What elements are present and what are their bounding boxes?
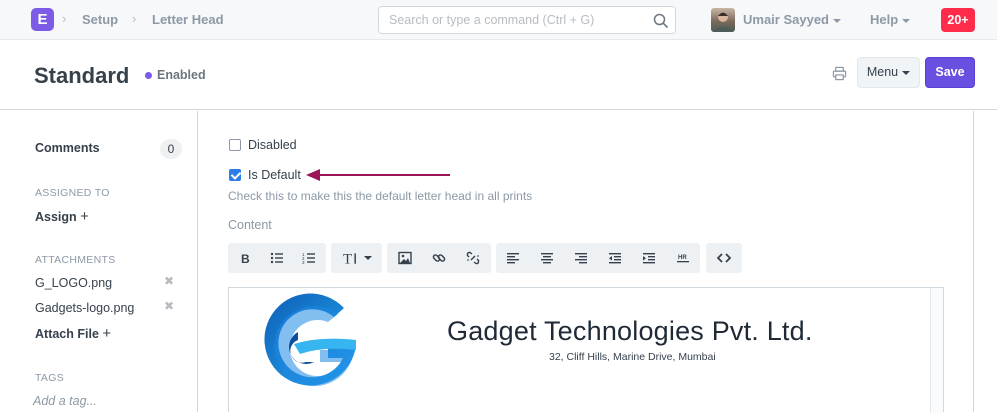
company-logo	[264, 293, 356, 387]
caret-down-icon	[902, 70, 911, 75]
is-default-label[interactable]: Is Default	[248, 168, 301, 182]
attachment-link[interactable]: Gadgets-logo.png	[35, 301, 134, 315]
editor-scrollbar[interactable]	[930, 288, 943, 413]
attach-file-button[interactable]: Attach File +	[35, 325, 111, 342]
disabled-label[interactable]: Disabled	[248, 138, 297, 152]
numbered-list-icon: 1 2 3	[302, 252, 315, 265]
print-icon[interactable]	[832, 66, 847, 81]
bold-button[interactable]: B	[228, 243, 262, 273]
search-input[interactable]	[379, 7, 639, 33]
horizontal-rule-icon: HR	[677, 255, 689, 263]
navbar: E › Setup › Letter Head Umair Sayyed Hel…	[0, 0, 997, 40]
unlink-icon	[466, 251, 480, 265]
bold-icon: B	[241, 252, 250, 265]
toolbar-group-code	[706, 243, 742, 273]
insert-link-button[interactable]	[422, 243, 456, 273]
search-box	[378, 6, 676, 34]
comments-label[interactable]: Comments	[35, 141, 100, 155]
assigned-to-heading: ASSIGNED TO	[35, 187, 110, 199]
app-logo[interactable]: E	[31, 8, 54, 31]
attach-file-label: Attach File	[35, 327, 99, 341]
plus-icon: +	[80, 208, 89, 225]
tags-heading: TAGS	[35, 372, 65, 384]
breadcrumb-setup[interactable]: Setup	[82, 12, 118, 27]
disabled-checkbox[interactable]	[229, 139, 241, 151]
search-icon[interactable]	[653, 13, 669, 29]
bullet-list-button[interactable]	[260, 243, 294, 273]
breadcrumb-letter-head[interactable]: Letter Head	[152, 12, 224, 27]
user-menu[interactable]: Umair Sayyed	[743, 12, 841, 27]
assign-label: Assign	[35, 210, 77, 224]
is-default-help-text: Check this to make this the default lett…	[228, 189, 533, 203]
attachments-heading: ATTACHMENTS	[35, 254, 116, 266]
align-right-button[interactable]	[564, 243, 598, 273]
menu-button[interactable]: Menu	[857, 57, 920, 88]
align-center-icon	[541, 253, 553, 264]
page-head: Standard Enabled Menu Save	[0, 41, 997, 110]
toolbar-group-align: HR	[496, 243, 700, 273]
help-label: Help	[870, 12, 899, 27]
align-right-icon	[575, 253, 587, 264]
caret-down-icon	[363, 256, 372, 260]
code-view-button[interactable]	[707, 243, 741, 273]
status-indicator-dot	[145, 72, 152, 79]
comments-count-badge: 0	[160, 139, 182, 159]
user-name: Umair Sayyed	[743, 12, 829, 27]
svg-text:HR: HR	[678, 255, 687, 261]
svg-text:T: T	[343, 252, 352, 266]
outdent-icon	[609, 253, 621, 264]
letterhead-address: 32, Cliff Hills, Marine Drive, Mumbai	[549, 351, 716, 363]
is-default-checkbox[interactable]	[229, 169, 241, 181]
plus-icon: +	[102, 325, 112, 342]
numbered-list-button[interactable]: 1 2 3	[292, 243, 326, 273]
toolbar-group-size: T	[331, 243, 382, 273]
notification-badge[interactable]: 20+	[941, 8, 975, 32]
caret-down-icon	[902, 18, 911, 23]
insert-image-button[interactable]	[388, 243, 422, 273]
assign-button[interactable]: Assign +	[35, 208, 89, 225]
page-title: Standard	[34, 63, 130, 88]
chevron-right-icon: ›	[132, 11, 137, 26]
text-size-icon: T	[343, 252, 356, 266]
outdent-button[interactable]	[598, 243, 632, 273]
unlink-button[interactable]	[456, 243, 490, 273]
add-tag-input[interactable]: Add a tag...	[33, 394, 97, 408]
remove-attachment-icon[interactable]: ✖	[164, 274, 174, 288]
indent-button[interactable]	[632, 243, 666, 273]
align-center-button[interactable]	[530, 243, 564, 273]
annotation-arrow	[306, 169, 450, 181]
menu-label: Menu	[866, 65, 899, 79]
text-size-button[interactable]: T	[335, 243, 379, 273]
save-button[interactable]: Save	[925, 57, 975, 88]
chevron-right-icon: ›	[62, 11, 67, 26]
avatar[interactable]	[711, 8, 735, 32]
caret-down-icon	[833, 18, 841, 23]
align-left-icon	[507, 253, 519, 264]
attachment-link[interactable]: G_LOGO.png	[35, 276, 112, 290]
bullet-list-icon	[270, 252, 283, 264]
svg-text:3: 3	[302, 260, 305, 265]
content-label: Content	[228, 218, 272, 232]
code-view-icon	[717, 253, 731, 263]
remove-attachment-icon[interactable]: ✖	[164, 299, 174, 313]
svg-text:B: B	[241, 252, 250, 265]
letterhead-company-name: Gadget Technologies Pvt. Ltd.	[447, 316, 813, 346]
horizontal-rule-button[interactable]: HR	[666, 243, 700, 273]
toolbar-group-insert	[387, 243, 491, 273]
toolbar-group-format: B 1 2 3	[228, 243, 326, 273]
align-left-button[interactable]	[496, 243, 530, 273]
indent-icon	[643, 253, 655, 264]
status-text: Enabled	[157, 68, 206, 82]
image-icon	[398, 251, 412, 265]
link-icon	[432, 254, 446, 262]
help-menu[interactable]: Help	[870, 12, 911, 27]
